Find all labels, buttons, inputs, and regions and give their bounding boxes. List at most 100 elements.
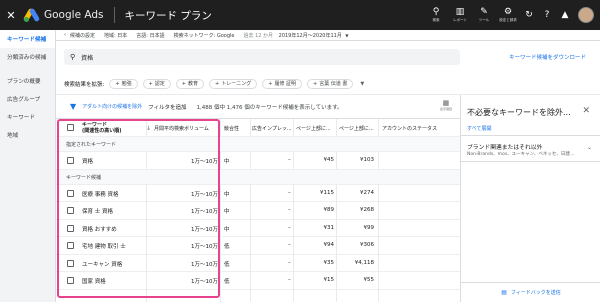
- network-setting[interactable]: 検索ネットワーク: Google: [174, 32, 235, 39]
- sort-arrow-icon[interactable]: ↓: [146, 125, 151, 132]
- plus-icon: +: [115, 80, 120, 87]
- sidebar-item-ad-groups[interactable]: 広告グループ: [0, 90, 55, 108]
- chip-label: 教育: [188, 81, 199, 87]
- table-row[interactable]: 宅地 建物 取引 士 1万～10万 低 – ¥94 ¥306: [56, 237, 460, 255]
- group-label: 指定されたキーワード: [66, 142, 117, 148]
- bid-high-column-header[interactable]: ページ上部に...: [339, 125, 374, 132]
- row-checkbox[interactable]: [67, 224, 74, 232]
- google-ads-logo[interactable]: Google Ads: [22, 7, 104, 23]
- columns-label: 表示項目: [439, 107, 452, 111]
- sidebar-item-plan-overview[interactable]: プランの概要: [0, 72, 55, 90]
- keyword-table: キーワード (関連性の高い順) ↓ 月間平均検索ボリューム 競合性 広告インプレ…: [56, 119, 460, 302]
- add-filter-button[interactable]: フィルタを追加: [148, 103, 186, 111]
- close-icon[interactable]: ✕: [0, 9, 22, 22]
- competition-cell: 中: [224, 226, 230, 233]
- table-row[interactable]: 資格 1万～10万 中 – ¥45 ¥103: [56, 152, 460, 170]
- notification-bell-icon[interactable]: ▲: [556, 10, 574, 20]
- refresh-icon[interactable]: ↻: [520, 10, 538, 20]
- status-column-header[interactable]: アカウントのステータス: [382, 125, 437, 132]
- reports-tool-button[interactable]: ▥ レポート: [448, 7, 472, 23]
- top-bar: ✕ Google Ads キーワード プラン ⚲ 検索 ▥ レポート ✎ ツール…: [0, 0, 600, 30]
- refine-chip[interactable]: + 言葉 伝道 書: [307, 78, 354, 89]
- plus-icon: +: [268, 80, 273, 87]
- keyword-column-header[interactable]: キーワード (関連性の高い順): [82, 122, 122, 134]
- top-tools: ⚲ 検索 ▥ レポート ✎ ツール ⚙ 設定と請求 ↻ ? ▲: [424, 0, 600, 30]
- feedback-icon: ▤: [501, 289, 507, 296]
- impression-share-cell: –: [288, 157, 291, 163]
- sidebar-item-keywords[interactable]: キーワード: [0, 108, 55, 126]
- download-keywords-link[interactable]: キーワード候補をダウンロード: [509, 53, 586, 61]
- location-setting[interactable]: 地域: 日本: [104, 32, 127, 39]
- chevron-down-icon[interactable]: ▼: [360, 81, 364, 87]
- refine-chip[interactable]: + 履修 証明: [262, 78, 303, 89]
- search-tool-button[interactable]: ⚲ 検索: [424, 7, 448, 23]
- tools-button[interactable]: ✎ ツール: [472, 7, 496, 23]
- close-icon[interactable]: ✕: [582, 106, 590, 116]
- volume-cell: 1万～10万: [191, 261, 218, 268]
- refine-chip[interactable]: + 教育: [175, 78, 205, 89]
- sidebar-item-grouped-ideas[interactable]: 分類済みの候補: [0, 48, 55, 66]
- keyword-search-box[interactable]: ⚲: [64, 49, 460, 65]
- help-icon[interactable]: ?: [538, 10, 556, 20]
- brand-filter-title[interactable]: ブランド関連またはそれ以外: [467, 142, 542, 151]
- period-selector[interactable]: 過去 12 か月 2019年12月～2020年11月 ▼: [244, 32, 349, 39]
- send-feedback-button[interactable]: ▤ フィードバックを送信: [461, 282, 600, 302]
- table-row[interactable]: 保育 士 資格 1万～10万 中 – ¥89 ¥268: [56, 202, 460, 220]
- language-setting[interactable]: 言語: 日本語: [136, 32, 164, 39]
- row-checkbox[interactable]: [67, 277, 74, 284]
- refine-chip[interactable]: + 認定: [142, 78, 171, 89]
- impression-share-cell: –: [288, 259, 291, 266]
- competition-cell: 低: [224, 261, 230, 268]
- feedback-label: フィードバックを送信: [510, 290, 561, 296]
- bid-high-cell: ¥306: [360, 242, 374, 248]
- expand-all-link[interactable]: すべて展開: [467, 125, 491, 132]
- sidebar-item-keyword-ideas[interactable]: キーワード候補: [0, 30, 55, 48]
- refine-label: 検索結果を拡張:: [64, 81, 105, 88]
- plus-icon: +: [181, 80, 186, 87]
- columns-button[interactable]: ▦ 表示項目: [440, 99, 452, 111]
- search-icon: ⚲: [432, 7, 440, 17]
- table-row[interactable]: 医療 事務 資格 1万～10万 中 – ¥115 ¥274: [56, 185, 460, 202]
- settings-billing-button[interactable]: ⚙ 設定と請求: [496, 7, 520, 23]
- exclude-adult-filter[interactable]: アダルト向けの候補を除外: [82, 103, 142, 110]
- search-icon: ⚲: [70, 53, 76, 61]
- table-row[interactable]: 国家 資格 1万～10万 低 – ¥15 ¥55: [56, 272, 460, 290]
- row-checkbox[interactable]: [67, 259, 74, 267]
- search-input[interactable]: [81, 53, 282, 61]
- avatar[interactable]: [578, 7, 594, 23]
- bar-chart-icon: ▥: [455, 7, 465, 17]
- period-value: 2019年12月～2020年11月: [278, 32, 342, 39]
- table-row[interactable]: 資格 おすすめ 1万～10万 中 – ¥31 ¥99: [56, 220, 460, 237]
- ads-logo-icon: [22, 7, 41, 23]
- chip-label: 言葉 伝道 書: [319, 81, 348, 87]
- select-all-checkbox[interactable]: [67, 124, 74, 131]
- volume-column-header[interactable]: 月間平均検索ボリューム: [154, 125, 209, 132]
- bid-low-column-header[interactable]: ページ上部に...: [296, 125, 331, 132]
- refine-chip[interactable]: + 勉強: [109, 78, 138, 89]
- row-checkbox[interactable]: [67, 207, 74, 214]
- sidebar-item-locations[interactable]: 地域: [0, 126, 55, 144]
- refine-row: 検索結果を拡張: + 勉強 + 認定 + 教育 + トレーニング + 履修 証明 + 言葉 …: [56, 73, 600, 95]
- period-label: 過去 12 か月: [243, 32, 274, 39]
- row-checkbox[interactable]: [67, 189, 74, 197]
- bid-low-cell: ¥15: [323, 277, 335, 283]
- table-row[interactable]: ユーキャン 資格 1万～10万 低 – ¥35 ¥4,118: [56, 255, 460, 272]
- back-arrow-icon[interactable]: ‹: [64, 32, 66, 38]
- competition-column-header[interactable]: 競合性: [224, 125, 239, 132]
- competition-cell: 中: [224, 159, 230, 165]
- exclude-keywords-panel: 不必要なキーワードを除外... ✕ すべて展開 ブランド関連またはそれ以外 No…: [460, 95, 600, 302]
- bid-high-cell: ¥274: [360, 189, 374, 196]
- row-checkbox[interactable]: [67, 157, 74, 164]
- competition-cell: 低: [224, 279, 230, 285]
- reports-tool-label: レポート: [453, 18, 467, 22]
- impression-share-column-header[interactable]: 広告インプレッ...: [252, 125, 292, 132]
- bid-low-cell: ¥89: [323, 207, 335, 213]
- panel-title: 不必要なキーワードを除外...: [467, 108, 571, 117]
- settings-label[interactable]: 候補の設定: [70, 32, 95, 39]
- competition-cell: 中: [224, 209, 230, 215]
- refine-chip[interactable]: + トレーニング: [209, 78, 258, 89]
- chevron-down-icon[interactable]: ⌄: [587, 144, 592, 151]
- filter-icon[interactable]: ▼: [70, 102, 76, 111]
- keyword-cell: 保育 士 資格: [82, 209, 113, 215]
- row-checkbox[interactable]: [67, 242, 74, 249]
